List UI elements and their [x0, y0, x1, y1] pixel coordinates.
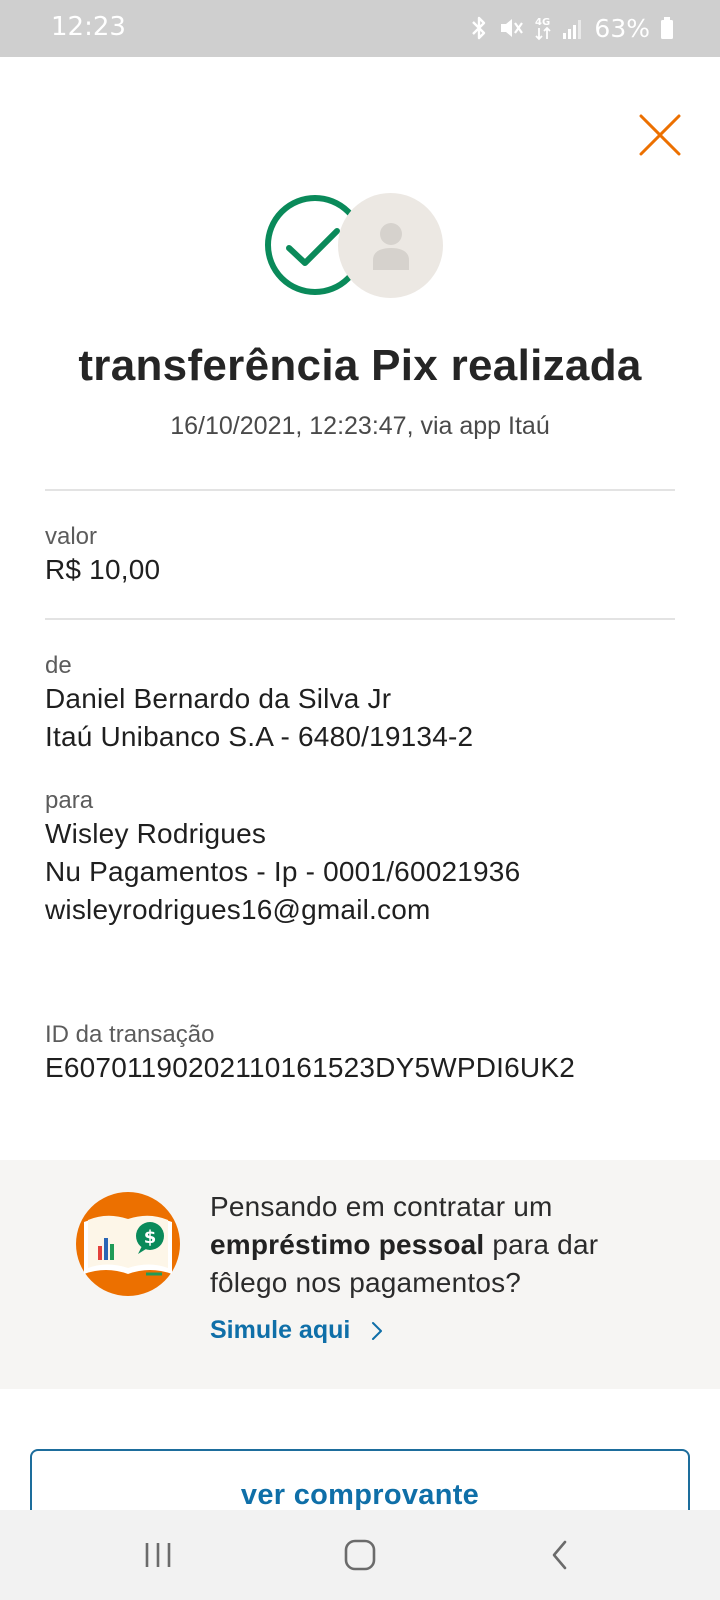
signal-icon: [562, 15, 584, 41]
recent-apps-button[interactable]: [128, 1530, 188, 1580]
to-name: Wisley Rodrigues: [45, 818, 267, 849]
status-bar: 12:23 4G 63%: [0, 0, 720, 57]
to-pix-key: wisleyrodrigues16@gmail.com: [45, 894, 431, 925]
chevron-right-icon: [372, 1321, 383, 1340]
loan-book-icon: $: [76, 1192, 180, 1296]
close-icon: [639, 114, 681, 156]
status-icons: 4G 63%: [470, 12, 674, 44]
divider: [45, 489, 675, 491]
transfer-datetime: 16/10/2021, 12:23:47, via app Itaú: [170, 412, 550, 440]
back-icon: [552, 1540, 567, 1570]
simulate-link[interactable]: Simule aqui: [210, 1316, 384, 1345]
amount-value: R$ 10,00: [45, 554, 161, 585]
loan-promo-banner: $ Pensando em contratar um empréstimo pe…: [0, 1160, 720, 1389]
recent-apps-icon: [145, 1543, 171, 1567]
page-title: transferência Pix realizada: [78, 341, 642, 390]
4g-icon: 4G: [534, 15, 552, 41]
to-bank: Nu Pagamentos - Ip - 0001/60021936: [45, 856, 521, 887]
to-label: para: [45, 787, 94, 814]
status-time: 12:23: [51, 12, 126, 42]
home-icon: [344, 1539, 376, 1571]
home-button[interactable]: [330, 1530, 390, 1580]
divider: [45, 618, 675, 620]
promo-text: Pensando em contratar um empréstimo pess…: [210, 1188, 650, 1302]
user-avatar-icon: [338, 193, 443, 298]
bluetooth-icon: [470, 15, 488, 41]
amount-label: valor: [45, 523, 98, 550]
svg-text:4G: 4G: [535, 17, 550, 28]
from-bank: Itaú Unibanco S.A - 6480/19134-2: [45, 721, 474, 752]
success-illustration: [262, 190, 446, 300]
promo-text-start: Pensando em contratar um: [210, 1191, 553, 1222]
promo-text-highlight: empréstimo pessoal: [210, 1229, 485, 1260]
back-button[interactable]: [530, 1530, 590, 1580]
system-nav-bar: [0, 1510, 720, 1600]
mute-icon: [498, 15, 524, 41]
close-button[interactable]: [636, 111, 684, 159]
battery-icon: [660, 15, 674, 41]
simulate-link-label: Simule aqui: [210, 1316, 351, 1344]
from-name: Daniel Bernardo da Silva Jr: [45, 683, 392, 714]
from-label: de: [45, 652, 72, 679]
transaction-id-label: ID da transação: [45, 1021, 215, 1048]
view-receipt-label: ver comprovante: [240, 1479, 480, 1511]
transaction-id-value: E60701190202110161523DY5WPDI6UK2: [45, 1052, 575, 1083]
battery-level: 63%: [594, 13, 650, 43]
svg-text:$: $: [144, 1227, 157, 1248]
